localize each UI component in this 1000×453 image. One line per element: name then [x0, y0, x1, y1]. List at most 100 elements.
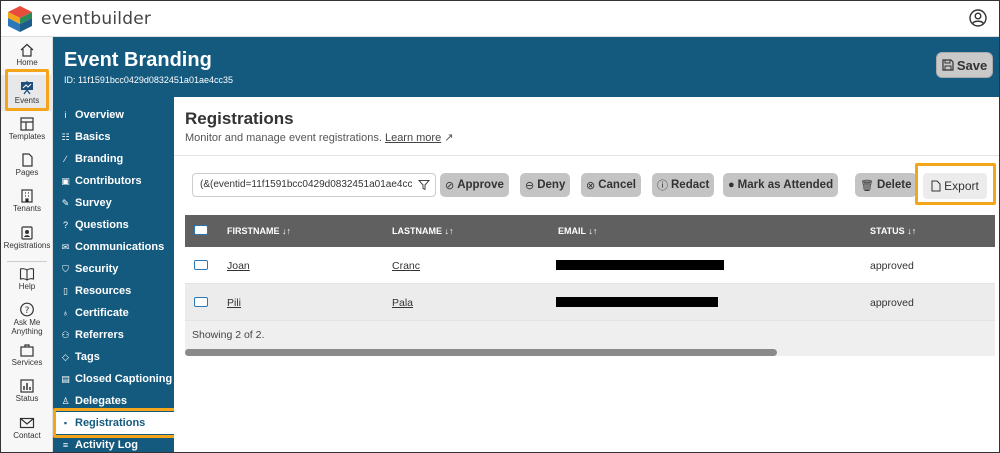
col-firstname[interactable]: FIRSTNAME ↓↑ — [227, 226, 291, 236]
cancel-label: Cancel — [598, 179, 636, 191]
question-mark-icon: ? — [62, 220, 68, 230]
event-id: ID: 11f1591bcc0429d0832451a01ae4cc35 — [64, 75, 233, 85]
nav-referrers[interactable]: ⚇ Referrers — [53, 324, 174, 346]
brand-name: eventbuilder — [41, 9, 152, 29]
nav-questions[interactable]: ? Questions — [53, 214, 174, 236]
nav-survey[interactable]: ✎ Survey — [53, 192, 174, 214]
rail-status[interactable]: Status — [1, 379, 53, 403]
delete-label: Delete — [876, 179, 912, 191]
question-icon: ? — [20, 302, 34, 317]
nav-delegates-label: Delegates — [75, 395, 127, 407]
table-row[interactable]: Joan Cranc approved — [185, 247, 995, 284]
rail-separator — [7, 261, 47, 262]
mark-attended-label: Mark as Attended — [737, 179, 834, 191]
deny-button[interactable]: ⊖ Deny — [520, 173, 571, 197]
table-row[interactable]: Pili Pala approved — [185, 284, 995, 321]
rail-tenants[interactable]: Tenants — [1, 189, 53, 213]
nav-resources[interactable]: ▯ Resources — [53, 280, 174, 302]
events-highlight — [5, 69, 49, 111]
envelope-icon: ✉ — [61, 241, 70, 252]
rail-home[interactable]: Home — [1, 43, 53, 67]
nav-questions-label: Questions — [75, 219, 129, 231]
briefcase-icon — [20, 344, 34, 357]
nav-branding[interactable]: ∕ Branding — [53, 148, 174, 170]
rail-help[interactable]: Help — [1, 267, 53, 291]
redact-button[interactable]: ⓘ Redact — [652, 173, 715, 197]
sort-icon: ↓↑ — [282, 226, 292, 236]
nav-tags[interactable]: ◇ Tags — [53, 346, 174, 368]
rail-contact-label: Contact — [13, 431, 41, 440]
col-status[interactable]: STATUS ↓↑ — [870, 226, 916, 236]
app-window: eventbuilder Home Events Templates Pages… — [0, 0, 1000, 453]
id-card-icon: ▣ — [61, 175, 70, 186]
nav-closed-captioning-label: Closed Captioning — [75, 373, 173, 385]
rail-registrations[interactable]: Registrations — [1, 226, 53, 250]
nav-security[interactable]: ⛉ Security — [53, 258, 174, 280]
registrations-highlight — [53, 408, 178, 438]
shield-icon: ⛉ — [62, 263, 69, 274]
cancel-button[interactable]: ⊗ Cancel — [581, 173, 641, 197]
nav-certificate-label: Certificate — [75, 307, 129, 319]
row-checkbox[interactable] — [194, 297, 208, 307]
learn-more-link[interactable]: Learn more — [385, 132, 441, 144]
scrollbar-thumb[interactable] — [185, 349, 777, 356]
person-icon: ♙ — [61, 395, 70, 406]
rail-services[interactable]: Services — [1, 343, 53, 367]
export-highlight — [915, 163, 996, 205]
redacted-email — [556, 297, 718, 307]
delete-button[interactable]: 🗑 Delete — [855, 173, 917, 197]
rail-tenants-label: Tenants — [12, 204, 42, 213]
rail-pages[interactable]: Pages — [1, 153, 53, 177]
approve-button[interactable]: ⊘ Approve — [440, 173, 509, 197]
nav-communications[interactable]: ✉ Communications — [53, 236, 174, 258]
save-icon — [942, 59, 954, 71]
nav-certificate[interactable]: ♁ Certificate — [53, 302, 174, 324]
rail-ask[interactable]: ? Ask Me Anything — [1, 302, 53, 336]
nav-tags-label: Tags — [75, 351, 100, 363]
firstname-cell[interactable]: Pili — [227, 297, 241, 309]
nav-overview-label: Overview — [75, 109, 124, 121]
nav-contributors-label: Contributors — [75, 175, 142, 187]
save-label: Save — [956, 57, 988, 73]
trash-icon: 🗑 — [860, 179, 874, 192]
info-icon: i — [64, 110, 67, 120]
col-email[interactable]: EMAIL ↓↑ — [558, 226, 597, 236]
rail-home-label: Home — [16, 58, 38, 67]
horizontal-scrollbar[interactable] — [185, 349, 995, 356]
nav-basics[interactable]: ☷ Basics — [53, 126, 174, 148]
row-checkbox[interactable] — [194, 260, 208, 270]
firstname-cell[interactable]: Joan — [227, 260, 250, 272]
nav-overview[interactable]: i Overview — [53, 104, 174, 126]
svg-text:?: ? — [25, 306, 30, 316]
col-firstname-label: FIRSTNAME — [227, 226, 280, 236]
main-content: Registrations Monitor and manage event r… — [174, 97, 999, 452]
nav-contributors[interactable]: ▣ Contributors — [53, 170, 174, 192]
lastname-cell[interactable]: Pala — [392, 297, 413, 309]
user-account-icon[interactable] — [969, 9, 987, 27]
document-icon: ▯ — [63, 285, 68, 296]
save-button[interactable]: Save — [936, 52, 993, 78]
nav-activity-log-label: Activity Log — [75, 439, 138, 451]
eventbuilder-logo — [8, 6, 32, 32]
nav-communications-label: Communications — [75, 241, 165, 253]
filter-icon[interactable] — [418, 179, 430, 191]
filter-input[interactable]: (&(eventid=11f1591bcc0429d0832451a01ae4c… — [192, 173, 436, 197]
book-icon — [19, 268, 35, 281]
lastname-cell[interactable]: Cranc — [392, 260, 420, 272]
mark-attended-button[interactable]: ● Mark as Attended — [723, 173, 839, 197]
col-lastname[interactable]: LASTNAME ↓↑ — [392, 226, 454, 236]
pencil-icon: ✎ — [61, 197, 70, 208]
badge-icon — [21, 226, 33, 240]
event-side-nav: i Overview ☷ Basics ∕ Branding ▣ Contributor… — [53, 97, 174, 452]
rail-templates-label: Templates — [8, 132, 46, 141]
select-all-checkbox[interactable] — [194, 225, 208, 235]
building-icon — [21, 189, 33, 203]
external-link-icon: ↗ — [444, 132, 454, 144]
rail-contact[interactable]: Contact — [1, 416, 53, 440]
event-title: Event Branding — [64, 49, 212, 71]
rail-templates[interactable]: Templates — [1, 117, 53, 141]
people-icon: ⚇ — [61, 329, 70, 340]
table-header: FIRSTNAME ↓↑ LASTNAME ↓↑ EMAIL ↓↑ STATUS… — [185, 215, 995, 247]
check-circle-icon: ⊘ — [445, 179, 455, 192]
nav-closed-captioning[interactable]: ▤ Closed Captioning — [53, 368, 174, 390]
